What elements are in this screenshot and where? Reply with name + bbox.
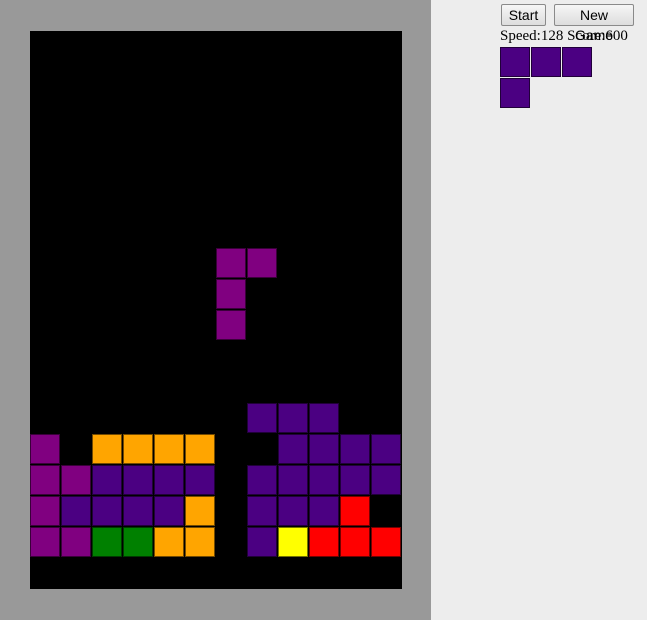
settled-block: [123, 434, 153, 464]
settled-block: [278, 403, 308, 433]
settled-block: [371, 527, 401, 557]
settled-block: [278, 465, 308, 495]
settled-block: [154, 496, 184, 526]
settled-block: [247, 496, 277, 526]
settled-block: [309, 496, 339, 526]
falling-piece-block: [216, 310, 246, 340]
settled-block: [185, 434, 215, 464]
game-board[interactable]: [30, 31, 402, 589]
settled-block: [340, 527, 370, 557]
settled-block: [371, 434, 401, 464]
settled-block: [61, 465, 91, 495]
settled-block: [185, 527, 215, 557]
settled-block: [154, 527, 184, 557]
settled-block: [278, 496, 308, 526]
settled-block: [247, 527, 277, 557]
settled-block: [30, 465, 60, 495]
next-piece-block: [531, 47, 561, 77]
settled-block: [123, 527, 153, 557]
next-piece-preview: [500, 47, 593, 109]
falling-piece-block: [216, 279, 246, 309]
start-button[interactable]: Start: [501, 4, 546, 26]
settled-block: [371, 465, 401, 495]
settled-block: [61, 527, 91, 557]
settled-block: [309, 527, 339, 557]
settled-block: [340, 496, 370, 526]
settled-block: [185, 496, 215, 526]
settled-block: [309, 434, 339, 464]
settled-block: [247, 403, 277, 433]
settled-block: [123, 465, 153, 495]
settled-block: [309, 403, 339, 433]
settled-block: [92, 465, 122, 495]
next-piece-block: [500, 78, 530, 108]
game-frame: [0, 0, 431, 620]
settled-block: [340, 434, 370, 464]
falling-piece-block: [247, 248, 277, 278]
settled-block: [247, 465, 277, 495]
settled-block: [61, 496, 91, 526]
speed-score-display: Speed:128 Score:600: [500, 28, 628, 44]
settled-block: [309, 465, 339, 495]
falling-piece-block: [216, 248, 246, 278]
settled-block: [92, 527, 122, 557]
settled-block: [30, 434, 60, 464]
new-game-button[interactable]: New Game: [554, 4, 634, 43]
settled-block: [185, 465, 215, 495]
next-piece-block: [562, 47, 592, 77]
settled-block: [278, 527, 308, 557]
settled-block: [30, 496, 60, 526]
settled-block: [123, 496, 153, 526]
next-piece-block: [500, 47, 530, 77]
settled-block: [340, 465, 370, 495]
settled-block: [30, 527, 60, 557]
side-panel: Start New Game Speed:128 Score:600: [431, 0, 647, 620]
settled-block: [92, 496, 122, 526]
settled-block: [154, 434, 184, 464]
settled-block: [92, 434, 122, 464]
settled-block: [154, 465, 184, 495]
settled-block: [278, 434, 308, 464]
